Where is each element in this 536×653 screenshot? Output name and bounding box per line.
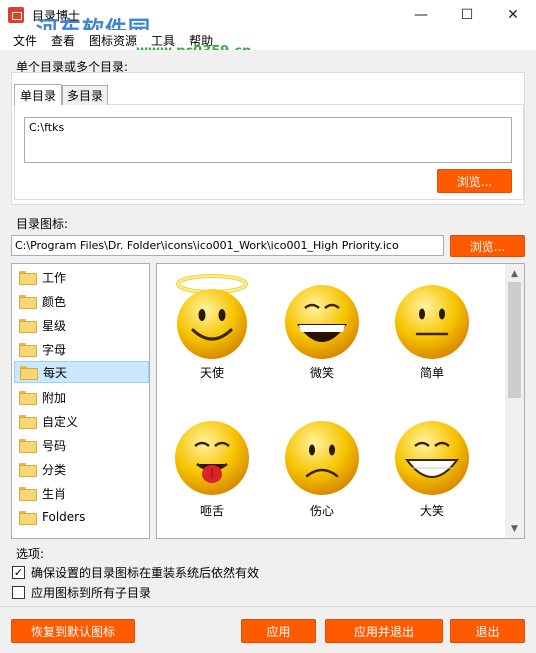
apply-subfolders-checkbox[interactable] [12,586,25,599]
close-button[interactable]: ✕ [490,0,536,30]
folder-icon [19,295,37,309]
icon-cell-tongue[interactable]: 咂舌 [162,414,262,519]
folder-icon [19,439,37,453]
keep-after-reinstall-option[interactable]: ✓ 确保设置的目录图标在重装系统后依然有效 [12,564,259,581]
apply-subfolders-label: 应用图标到所有子目录 [31,586,152,600]
tree-item-number[interactable]: 号码 [14,434,149,456]
menu-icon-resources[interactable]: 图标资源 [82,32,144,49]
app-icon [8,7,24,23]
keep-after-reinstall-label: 确保设置的目录图标在重装系统后依然有效 [31,566,260,580]
keep-after-reinstall-checkbox[interactable]: ✓ [12,566,25,579]
restore-default-button[interactable]: 恢复到默认图标 [11,619,135,643]
sad-smiley-icon [285,421,359,495]
icon-label-grin: 微笑 [309,366,334,380]
maximize-button[interactable]: ☐ [444,0,490,30]
apply-and-exit-button[interactable]: 应用并退出 [325,619,443,643]
tree-item-star[interactable]: 星级 [14,314,149,336]
menu-file[interactable]: 文件 [6,32,44,49]
tree-item-color[interactable]: 颜色 [14,290,149,312]
apply-subfolders-option[interactable]: 应用图标到所有子目录 [12,584,151,601]
tab-multi-directory[interactable]: 多目录 [62,85,108,105]
icon-label-angel: 天使 [199,366,224,380]
apply-button[interactable]: 应用 [241,619,316,643]
tongue-smiley-icon [175,421,249,495]
folder-icon [19,343,37,357]
icon-label-tongue: 咂舌 [199,504,224,518]
divider [0,606,536,607]
tree-item-extra[interactable]: 附加 [14,386,149,408]
browse-directory-button[interactable]: 浏览... [437,169,512,193]
icon-cell-neutral[interactable]: 简单 [382,272,482,381]
icon-label-neutral: 简单 [419,366,444,380]
icon-cell-grin[interactable]: 微笑 [272,272,372,381]
icon-cell-angel[interactable]: 天使 [162,272,262,381]
exit-button[interactable]: 退出 [450,619,525,643]
folder-icon [19,271,37,285]
scroll-up-icon[interactable]: ▲ [505,265,524,282]
tree-item-folders[interactable]: Folders [14,506,149,528]
tree-item-custom[interactable]: 自定义 [14,410,149,432]
menu-bar: 文件 查看 图标资源 工具 帮助 [0,30,536,50]
icon-cell-sad[interactable]: 伤心 [272,414,372,519]
scroll-thumb[interactable] [508,282,521,398]
icon-label-sad: 伤心 [309,504,334,518]
directory-input[interactable]: C:\ftks [24,117,512,163]
folder-icon [19,511,37,525]
tree-item-zodiac[interactable]: 生肖 [14,482,149,504]
folder-icon [19,319,37,333]
icon-label: 目录图标: [16,217,69,231]
tree-item-category[interactable]: 分类 [14,458,149,480]
folder-icon [19,463,37,477]
folder-icon [20,366,38,380]
icon-path-input[interactable] [11,235,444,256]
minimize-button[interactable]: — [398,0,444,30]
icon-label-laugh: 大笑 [419,504,444,518]
category-tree[interactable]: 工作 颜色 星级 字母 每天 附加 自定义 号码 分类 生肖 Folders [11,263,150,539]
options-label: 选项: [16,547,45,561]
folder-icon [19,487,37,501]
icon-cell-laugh[interactable]: 大笑 [382,414,482,519]
tree-item-work[interactable]: 工作 [14,266,149,288]
menu-view[interactable]: 查看 [44,32,82,49]
folder-icon [19,415,37,429]
neutral-smiley-icon [395,285,469,359]
tab-single-directory[interactable]: 单目录 [14,84,62,105]
folder-icon [19,391,37,405]
browse-icon-button[interactable]: 浏览... [450,235,525,257]
tree-item-letter[interactable]: 字母 [14,338,149,360]
scroll-down-icon[interactable]: ▼ [505,520,524,537]
laugh-smiley-icon [395,421,469,495]
angel-smiley-icon [176,274,248,359]
tree-item-daily[interactable]: 每天 [14,361,149,383]
big-grin-smiley-icon [285,285,359,359]
